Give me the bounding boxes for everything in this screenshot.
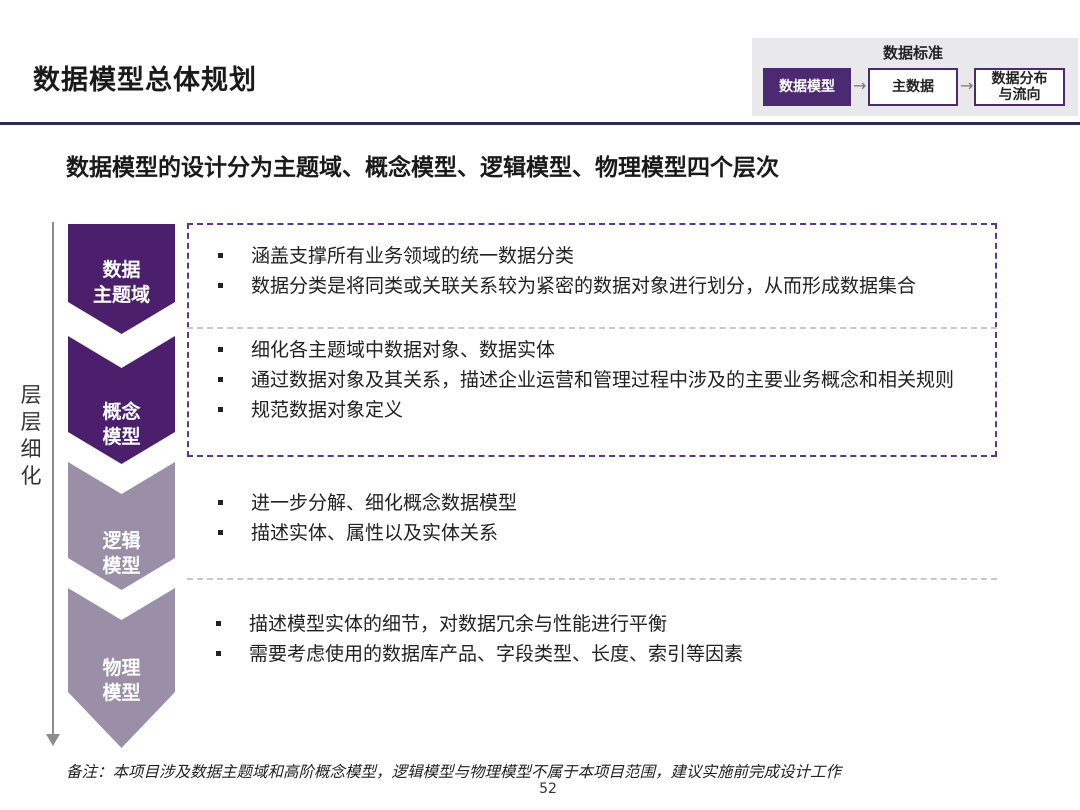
breadcrumb-label: 主数据 — [892, 79, 934, 95]
layer-label-physical: 物理 模型 — [68, 656, 175, 706]
list-item: 数据分类是将同类或关联关系较为紧密的数据对象进行划分，从而形成数据集合 — [218, 271, 993, 301]
layer-label-line: 物理 — [102, 657, 141, 679]
axis-label-char: 层 — [20, 383, 42, 407]
refinement-axis-line — [52, 222, 54, 744]
section-subtitle: 数据模型的设计分为主题域、概念模型、逻辑模型、物理模型四个层次 — [66, 155, 779, 181]
breadcrumb-item-master-data[interactable]: 主数据 — [868, 68, 958, 106]
layer-label-conceptual: 概念 模型 — [68, 400, 175, 450]
layer-separator — [187, 327, 997, 329]
list-item: 规范数据对象定义 — [218, 395, 980, 425]
layer-label-line: 概念 — [102, 401, 141, 423]
axis-label-char: 层 — [20, 410, 42, 434]
layer-label-line: 模型 — [102, 426, 141, 448]
list-item: 涵盖支撑所有业务领域的统一数据分类 — [218, 241, 993, 271]
axis-label-char: 细 — [20, 437, 42, 461]
bullet-list-physical: 描述模型实体的细节，对数据冗余与性能进行平衡 需要考虑使用的数据库产品、字段类型… — [216, 609, 986, 669]
page-title: 数据模型总体规划 — [33, 65, 257, 96]
list-item: 描述实体、属性以及实体关系 — [218, 518, 988, 548]
footnote: 备注：本项目涉及数据主题域和高阶概念模型，逻辑模型与物理模型不属于本项目范围，建… — [66, 763, 842, 781]
list-item: 需要考虑使用的数据库产品、字段类型、长度、索引等因素 — [216, 639, 986, 669]
breadcrumb-label: 数据分布 与流向 — [992, 71, 1048, 103]
list-item: 进一步分解、细化概念数据模型 — [218, 488, 988, 518]
layer-label-logical: 逻辑 模型 — [68, 529, 175, 579]
bullet-list-subject-area: 涵盖支撑所有业务领域的统一数据分类 数据分类是将同类或关联关系较为紧密的数据对象… — [218, 241, 993, 301]
breadcrumb-label-line2: 与流向 — [998, 87, 1041, 103]
layer-label-line: 主题域 — [92, 284, 150, 306]
breadcrumb-label-line1: 数据分布 — [991, 71, 1048, 87]
layer-label-line: 模型 — [102, 682, 141, 704]
refinement-axis-label: 层 层 细 化 — [15, 382, 47, 490]
breadcrumb-item-data-flow[interactable]: 数据分布 与流向 — [974, 68, 1065, 106]
layer-label-line: 逻辑 — [102, 530, 141, 552]
breadcrumb-label: 数据模型 — [779, 79, 835, 95]
axis-label-char: 化 — [20, 464, 42, 488]
arrow-right-icon: → — [853, 76, 867, 95]
bullet-list-logical: 进一步分解、细化概念数据模型 描述实体、属性以及实体关系 — [218, 488, 988, 548]
bullet-list-conceptual: 细化各主题域中数据对象、数据实体 通过数据对象及其关系，描述企业运营和管理过程中… — [218, 335, 980, 425]
breadcrumb-heading: 数据标准 — [882, 44, 943, 62]
layer-label-subject-area: 数据 主题域 — [68, 258, 175, 308]
layer-label-line: 模型 — [102, 555, 141, 577]
page-number: 52 — [539, 781, 557, 797]
layer-separator — [187, 578, 997, 580]
title-divider — [0, 122, 1080, 125]
layer-label-line: 数据 — [102, 259, 141, 281]
arrow-down-icon — [46, 734, 60, 746]
arrow-right-icon: → — [960, 76, 974, 95]
list-item: 细化各主题域中数据对象、数据实体 — [218, 335, 980, 365]
list-item: 描述模型实体的细节，对数据冗余与性能进行平衡 — [216, 609, 986, 639]
breadcrumb-item-data-model[interactable]: 数据模型 — [763, 68, 851, 106]
list-item: 通过数据对象及其关系，描述企业运营和管理过程中涉及的主要业务概念和相关规则 — [218, 365, 980, 395]
